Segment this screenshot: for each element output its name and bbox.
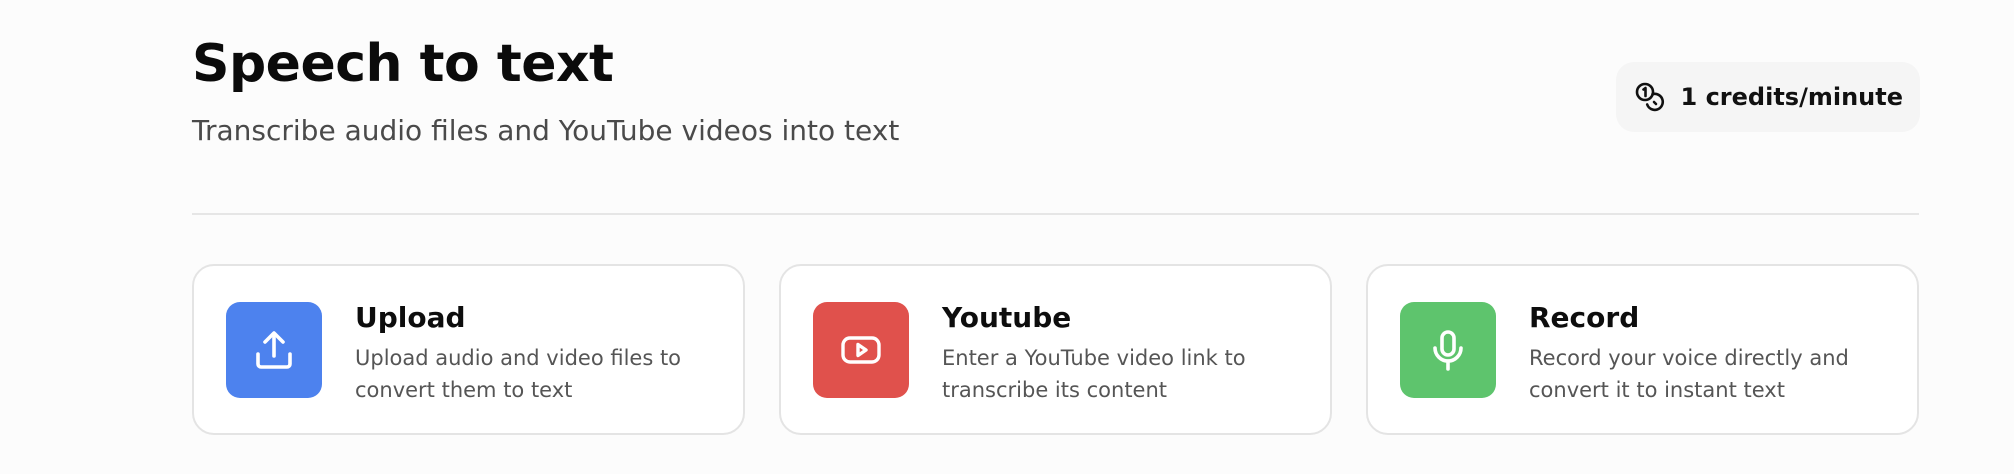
youtube-card-title: Youtube	[942, 301, 1072, 334]
youtube-card-description: Enter a YouTube video link to transcribe…	[942, 346, 1246, 402]
input-method-cards: Upload Upload audio and video files to c…	[192, 264, 1919, 435]
youtube-icon-tile	[813, 302, 909, 398]
upload-card[interactable]: Upload Upload audio and video files to c…	[192, 264, 745, 435]
header-divider	[192, 213, 1919, 215]
microphone-icon	[1424, 326, 1472, 374]
page-subtitle: Transcribe audio files and YouTube video…	[192, 114, 900, 147]
record-card-body: Record Record your voice directly and co…	[1529, 302, 1909, 406]
upload-icon-tile	[226, 302, 322, 398]
record-card-title: Record	[1529, 301, 1640, 334]
record-card[interactable]: Record Record your voice directly and co…	[1366, 264, 1919, 435]
youtube-card[interactable]: Youtube Enter a YouTube video link to tr…	[779, 264, 1332, 435]
youtube-card-body: Youtube Enter a YouTube video link to tr…	[942, 302, 1322, 406]
upload-card-description: Upload audio and video files to convert …	[355, 346, 682, 402]
upload-icon	[250, 326, 298, 374]
record-icon-tile	[1400, 302, 1496, 398]
credits-badge: 1 credits/minute	[1615, 62, 1920, 132]
speech-to-text-page: Speech to text Transcribe audio files an…	[0, 0, 2014, 474]
page-title: Speech to text	[192, 34, 614, 94]
credits-label: 1 credits/minute	[1680, 83, 1903, 111]
coins-icon	[1633, 80, 1667, 114]
page-header: Speech to text Transcribe audio files an…	[192, 34, 899, 148]
youtube-icon	[837, 326, 885, 374]
upload-card-body: Upload Upload audio and video files to c…	[355, 302, 735, 406]
upload-card-title: Upload	[355, 301, 466, 334]
record-card-description: Record your voice directly and convert i…	[1529, 346, 1849, 402]
